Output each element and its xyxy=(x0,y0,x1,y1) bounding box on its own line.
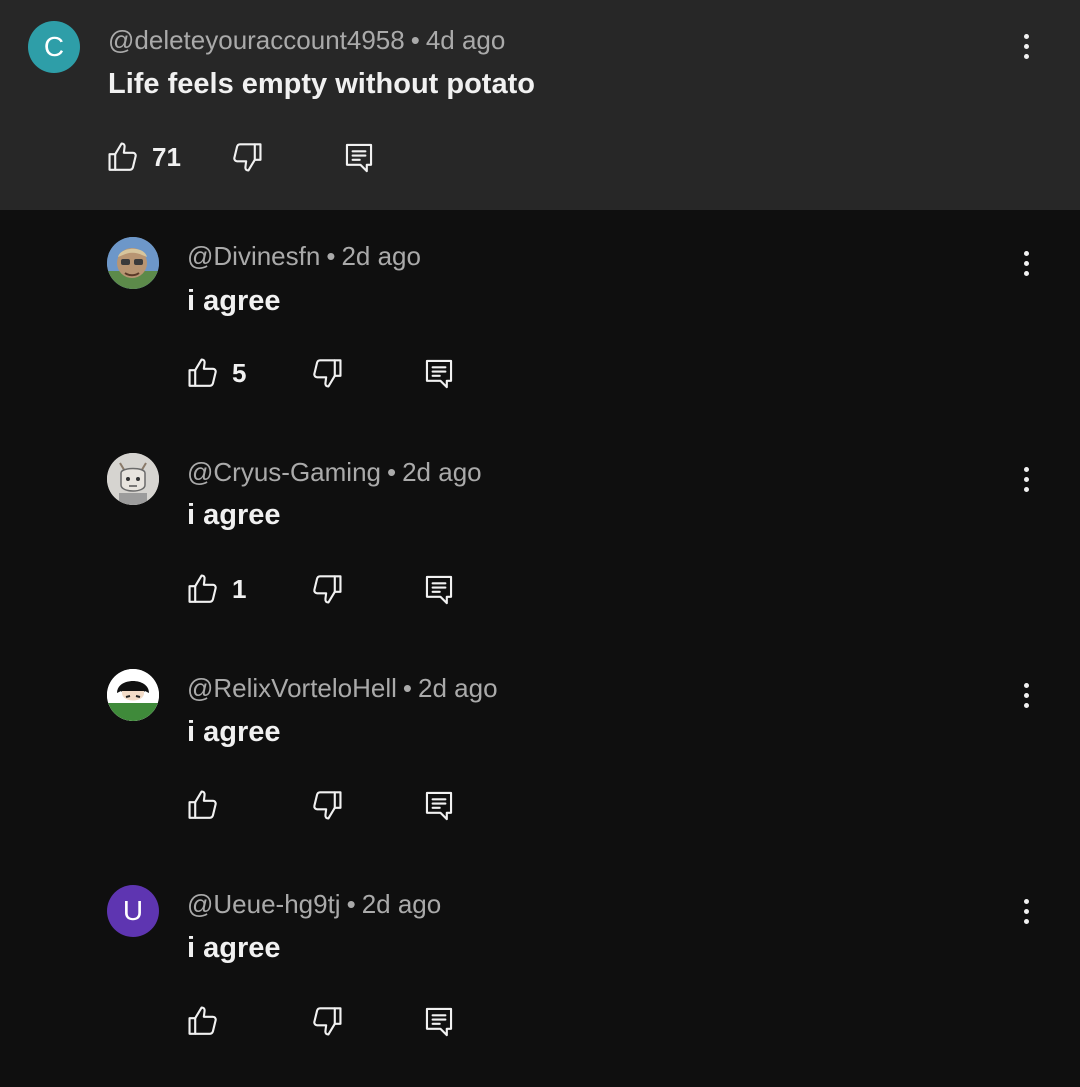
comment-meta: @Divinesfn • 2d ago xyxy=(187,241,421,271)
avatar-letter: C xyxy=(43,31,65,62)
comment-author[interactable]: @deleteyouraccount4958 xyxy=(108,25,405,55)
more-options-button[interactable] xyxy=(1016,891,1036,931)
reply-comment: @Divinesfn • 2d ago i agree 5 xyxy=(0,222,1080,432)
dot xyxy=(1023,476,1029,482)
avatar[interactable]: U xyxy=(107,885,159,937)
comment-text: i agree xyxy=(187,285,281,317)
comment-meta: @Cryus-Gaming • 2d ago xyxy=(187,457,482,487)
comment-time[interactable]: 2d ago xyxy=(341,241,421,271)
avatar[interactable] xyxy=(107,669,159,721)
like-button[interactable] xyxy=(186,572,220,606)
dot xyxy=(1023,702,1029,708)
comment-text: i agree xyxy=(187,499,281,531)
meta-separator: • xyxy=(386,457,397,487)
comment-text: i agree xyxy=(187,932,281,964)
like-button[interactable] xyxy=(106,140,140,174)
avatar-photo-icon xyxy=(107,237,159,289)
comment-actions: 5 xyxy=(186,356,486,396)
comment-meta: @RelixVorteloHell • 2d ago xyxy=(187,673,498,703)
reply-icon xyxy=(425,575,453,605)
reply-icon xyxy=(425,791,453,821)
reply-comment: @RelixVorteloHell • 2d ago i agree xyxy=(0,654,1080,864)
like-button[interactable] xyxy=(186,1004,220,1038)
reply-button[interactable] xyxy=(422,1004,456,1038)
thumbs-up-icon xyxy=(188,790,217,819)
reply-button[interactable] xyxy=(342,140,376,174)
parent-comment: C @deleteyouraccount4958 • 4d ago Life fee… xyxy=(0,0,1080,210)
dot xyxy=(1023,250,1029,256)
dot xyxy=(1023,466,1029,472)
comment-actions xyxy=(186,788,486,828)
thumbs-up-icon xyxy=(108,142,137,171)
comment-actions: 1 xyxy=(186,572,486,612)
thumbs-down-icon xyxy=(313,575,342,604)
like-button[interactable] xyxy=(186,356,220,390)
reply-button[interactable] xyxy=(422,788,456,822)
comment-time[interactable]: 2d ago xyxy=(362,889,442,919)
thumbs-up-icon xyxy=(188,574,217,603)
meta-separator: • xyxy=(410,25,420,55)
comment-time[interactable]: 4d ago xyxy=(426,25,506,55)
meta-separator: • xyxy=(402,673,413,703)
dot xyxy=(1023,682,1029,688)
comment-thread: C @deleteyouraccount4958 • 4d ago Life fee… xyxy=(0,0,1080,1087)
meta-separator: • xyxy=(326,241,336,271)
comment-meta: @Ueue-hg9tj • 2d ago xyxy=(187,889,441,919)
comment-actions xyxy=(186,1004,486,1044)
dot xyxy=(1023,918,1029,924)
dot xyxy=(1023,260,1029,266)
dot xyxy=(1023,898,1029,904)
comment-author[interactable]: @Ueue-hg9tj xyxy=(187,889,341,919)
dot xyxy=(1023,270,1029,276)
dislike-button[interactable] xyxy=(230,140,264,174)
thumbs-up-icon xyxy=(188,1006,217,1035)
meta-separator: • xyxy=(346,889,356,919)
reply-button[interactable] xyxy=(422,356,456,390)
thumbs-down-icon xyxy=(233,143,262,172)
more-options-button[interactable] xyxy=(1016,26,1036,66)
dislike-button[interactable] xyxy=(310,572,344,606)
more-options-button[interactable] xyxy=(1016,243,1036,283)
comment-author[interactable]: @Divinesfn xyxy=(187,241,320,271)
avatar-drawing-icon xyxy=(107,453,159,505)
comment-time[interactable]: 2d ago xyxy=(402,457,482,487)
more-options-button[interactable] xyxy=(1016,459,1036,499)
reply-comment: U @Ueue-hg9tj • 2d ago i agree xyxy=(0,870,1080,1080)
reply-button[interactable] xyxy=(422,572,456,606)
avatar[interactable] xyxy=(107,237,159,289)
avatar-letter: U xyxy=(122,895,144,926)
like-count: 5 xyxy=(232,358,247,388)
dot xyxy=(1023,33,1029,39)
more-options-button[interactable] xyxy=(1016,675,1036,715)
dot xyxy=(1023,692,1029,698)
comment-actions: 71 xyxy=(106,140,406,180)
like-button[interactable] xyxy=(186,788,220,822)
dot xyxy=(1023,43,1029,49)
avatar[interactable] xyxy=(107,453,159,505)
reply-icon xyxy=(425,1007,453,1037)
avatar-anime-icon xyxy=(107,669,159,721)
dot xyxy=(1023,486,1029,492)
comment-time[interactable]: 2d ago xyxy=(418,673,498,703)
reply-icon xyxy=(425,359,453,389)
like-count: 1 xyxy=(232,574,247,604)
comment-text: Life feels empty without potato xyxy=(108,68,535,100)
dot xyxy=(1023,908,1029,914)
thumbs-down-icon xyxy=(313,1007,342,1036)
dot xyxy=(1023,53,1029,59)
comment-author[interactable]: @Cryus-Gaming xyxy=(187,457,381,487)
comment-text: i agree xyxy=(187,716,281,748)
comment-author[interactable]: @RelixVorteloHell xyxy=(187,673,397,703)
comment-meta: @deleteyouraccount4958 • 4d ago xyxy=(108,25,505,55)
thumbs-up-icon xyxy=(188,358,217,387)
dislike-button[interactable] xyxy=(310,356,344,390)
dislike-button[interactable] xyxy=(310,788,344,822)
like-count: 71 xyxy=(152,142,181,172)
thumbs-down-icon xyxy=(313,791,342,820)
thumbs-down-icon xyxy=(313,359,342,388)
reply-comment: @Cryus-Gaming • 2d ago i agree 1 xyxy=(0,438,1080,648)
reply-icon xyxy=(345,143,373,173)
dislike-button[interactable] xyxy=(310,1004,344,1038)
avatar[interactable]: C xyxy=(28,21,80,73)
